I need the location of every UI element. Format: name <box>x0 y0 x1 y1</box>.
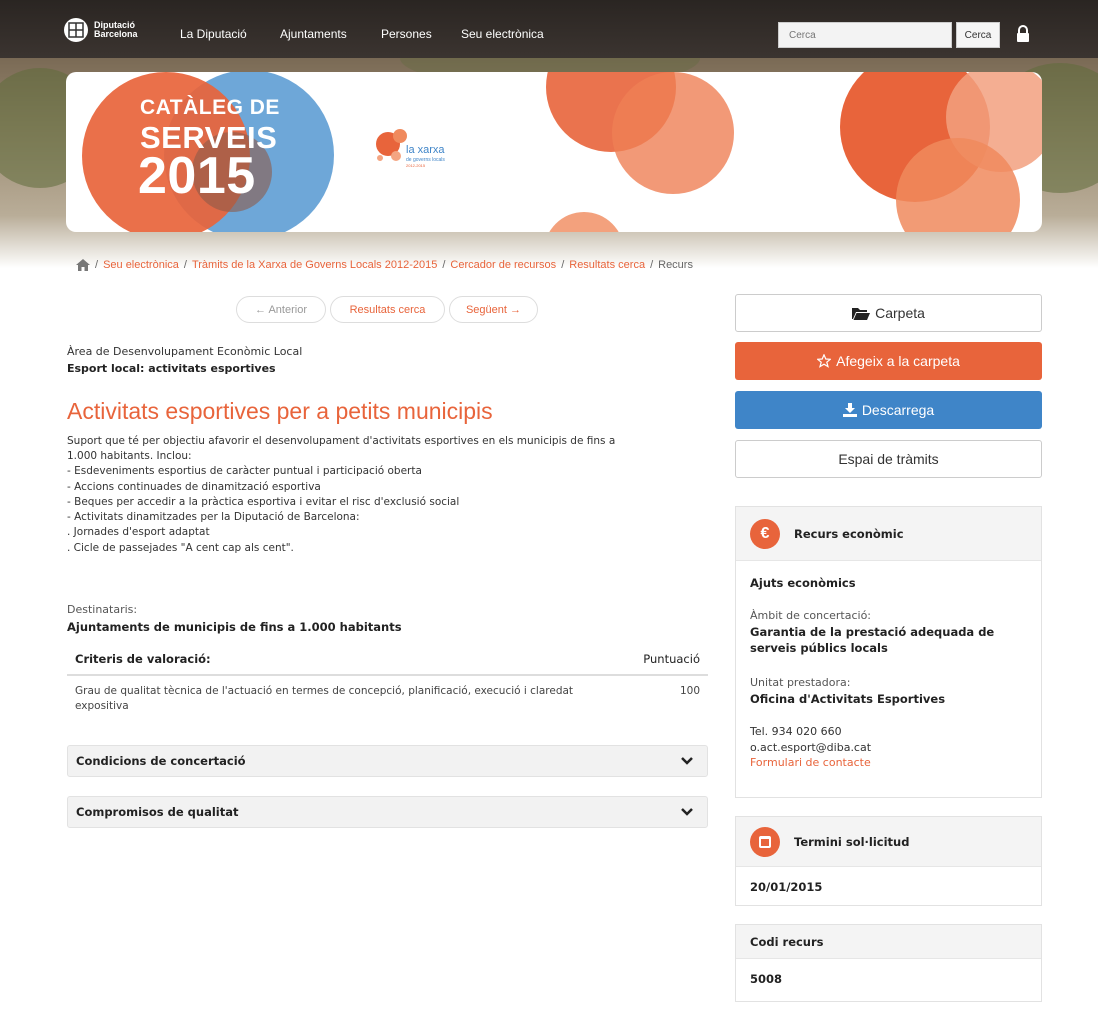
resource-subject: Esport local: activitats esportives <box>67 362 276 375</box>
calendar-icon <box>750 826 780 857</box>
nav-seu-electronica[interactable]: Seu electrònica <box>461 27 544 41</box>
resource-panel-title: Recurs econòmic <box>794 526 904 541</box>
logo-emblem-icon <box>64 18 88 42</box>
euro-icon: € <box>750 518 780 549</box>
ambit-value: Garantia de la prestació adequada de ser… <box>750 624 995 656</box>
breadcrumb-cercador[interactable]: Cercador de recursos <box>450 259 556 271</box>
criteria-header-label: Criteris de valoració: <box>75 652 211 666</box>
breadcrumb-seu-electronica[interactable]: Seu electrònica <box>103 259 179 271</box>
description-line: - Activitats dinamitzades per la Diputac… <box>67 511 360 524</box>
resource-panel-body: Ajuts econòmics Àmbit de concertació: Ga… <box>736 561 1041 783</box>
code-panel-title: Codi recurs <box>750 934 824 949</box>
breadcrumb-resultats[interactable]: Resultats cerca <box>569 259 645 271</box>
deadline-panel-body: 20/01/2015 <box>736 867 1041 908</box>
folder-button[interactable]: Carpeta <box>735 294 1042 332</box>
ambit-label: Àmbit de concertació: <box>750 608 872 622</box>
contact-phone: Tel. 934 020 660 <box>750 724 842 738</box>
description-line: 1.000 habitants. Inclou: <box>67 450 192 463</box>
criteria-points: 100 <box>679 685 700 697</box>
banner-card: CATÀLEG DE SERVEIS 2015 la xarxa de gove… <box>66 72 1042 232</box>
description-line: - Esdeveniments esportius de caràcter pu… <box>67 465 422 478</box>
banner-title-line-1: CATÀLEG DE <box>140 96 280 119</box>
nav-ajuntaments[interactable]: Ajuntaments <box>280 27 347 41</box>
chevron-down-icon <box>681 757 693 765</box>
download-button[interactable]: Descarrega <box>735 391 1042 429</box>
deadline-panel: Termini sol·licitud 20/01/2015 <box>735 816 1042 906</box>
add-to-folder-button[interactable]: Afegeix a la carpeta <box>735 342 1042 380</box>
search-input[interactable] <box>778 22 952 48</box>
resource-description: Suport que té per objectiu afavorir el d… <box>67 434 707 556</box>
home-icon[interactable] <box>76 259 90 271</box>
banner-title-year: 2015 <box>138 147 256 205</box>
search-button[interactable]: Cerca <box>956 22 1000 48</box>
unitat-label: Unitat prestadora: <box>750 675 851 689</box>
banner-circle <box>544 212 624 232</box>
xarxa-years: 2012-2015 <box>406 163 426 168</box>
download-label: Descarrega <box>861 402 935 418</box>
resource-code: 5008 <box>750 972 783 986</box>
criteria-text: Grau de qualitat tècnica de l'actuació e… <box>75 685 574 713</box>
deadline-panel-title: Termini sol·licitud <box>794 834 910 849</box>
accordion-label: Compromisos de qualitat <box>76 805 239 819</box>
page-title: Activitats esportives per a petits munic… <box>67 398 493 424</box>
resource-type: Ajuts econòmics <box>750 576 856 590</box>
download-icon <box>842 403 857 417</box>
contact-email[interactable]: o.act.esport@diba.cat <box>750 740 1027 756</box>
folder-open-icon <box>852 308 871 320</box>
code-panel-header: Codi recurs <box>736 925 1041 959</box>
nav-persones[interactable]: Persones <box>381 27 432 41</box>
previous-button[interactable]: ← Anterior <box>236 296 326 323</box>
criteria-header-points: Puntuació <box>643 652 700 666</box>
banner-circle <box>612 72 734 194</box>
breadcrumb: / Seu electrònica / Tràmits de la Xarxa … <box>76 259 693 271</box>
description-line: - Beques per accedir a la pràctica espor… <box>67 495 460 508</box>
lock-icon[interactable] <box>1016 25 1030 43</box>
logo-line-2: Barcelona <box>94 29 138 39</box>
table-row: Grau de qualitat tècnica de l'actuació e… <box>67 676 708 722</box>
folder-button-label: Carpeta <box>875 305 925 321</box>
tramits-label: Espai de tràmits <box>838 451 939 467</box>
criteria-table: Criteris de valoració: Puntuació Grau de… <box>67 648 708 722</box>
accordion-compromisos[interactable]: Compromisos de qualitat <box>67 796 708 828</box>
accordion-label: Condicions de concertació <box>76 754 246 768</box>
next-button[interactable]: Següent → <box>449 296 538 323</box>
code-panel: Codi recurs 5008 <box>735 924 1042 1002</box>
chevron-down-icon <box>681 808 693 816</box>
resource-panel-header: € Recurs econòmic <box>736 507 1041 561</box>
deadline-value: 20/01/2015 <box>750 880 823 894</box>
accordion-condicions[interactable]: Condicions de concertació <box>67 745 708 777</box>
tramits-button[interactable]: Espai de tràmits <box>735 440 1042 478</box>
top-navbar: Diputació Barcelona La Diputació Ajuntam… <box>0 0 1098 58</box>
xarxa-name: la xarxa <box>406 144 445 156</box>
criteria-header: Criteris de valoració: Puntuació <box>67 648 708 676</box>
diputacio-logo[interactable]: Diputació Barcelona <box>64 18 138 42</box>
code-panel-body: 5008 <box>736 959 1041 1000</box>
star-icon <box>817 354 832 368</box>
nav-la-diputacio[interactable]: La Diputació <box>180 27 247 41</box>
breadcrumb-current: Recurs <box>658 259 693 271</box>
resource-area: Àrea de Desenvolupament Econòmic Local <box>67 345 303 358</box>
logo-text: Diputació Barcelona <box>94 21 138 39</box>
breadcrumb-tramits[interactable]: Tràmits de la Xarxa de Governs Locals 20… <box>192 259 437 271</box>
description-line: . Jornades d'esport adaptat <box>67 526 210 539</box>
results-button[interactable]: Resultats cerca <box>330 296 445 323</box>
xarxa-logo: la xarxa de governs locals 2012-2015 <box>370 122 480 175</box>
destinataris-label: Destinataris: <box>67 603 138 616</box>
description-line: Suport que té per objectiu afavorir el d… <box>67 435 616 447</box>
description-line: . Cicle de passejades "A cent cap als ce… <box>67 541 294 554</box>
contact-form-link[interactable]: Formulari de contacte <box>750 755 1027 771</box>
add-to-folder-label: Afegeix a la carpeta <box>836 353 960 369</box>
description-line: - Accions continuades de dinamització es… <box>67 480 321 493</box>
unitat-value: Oficina d'Activitats Esportives <box>750 691 946 706</box>
resource-panel: € Recurs econòmic Ajuts econòmics Àmbit … <box>735 506 1042 798</box>
deadline-panel-header: Termini sol·licitud <box>736 817 1041 867</box>
destinataris-value: Ajuntaments de municipis de fins a 1.000… <box>67 620 402 634</box>
